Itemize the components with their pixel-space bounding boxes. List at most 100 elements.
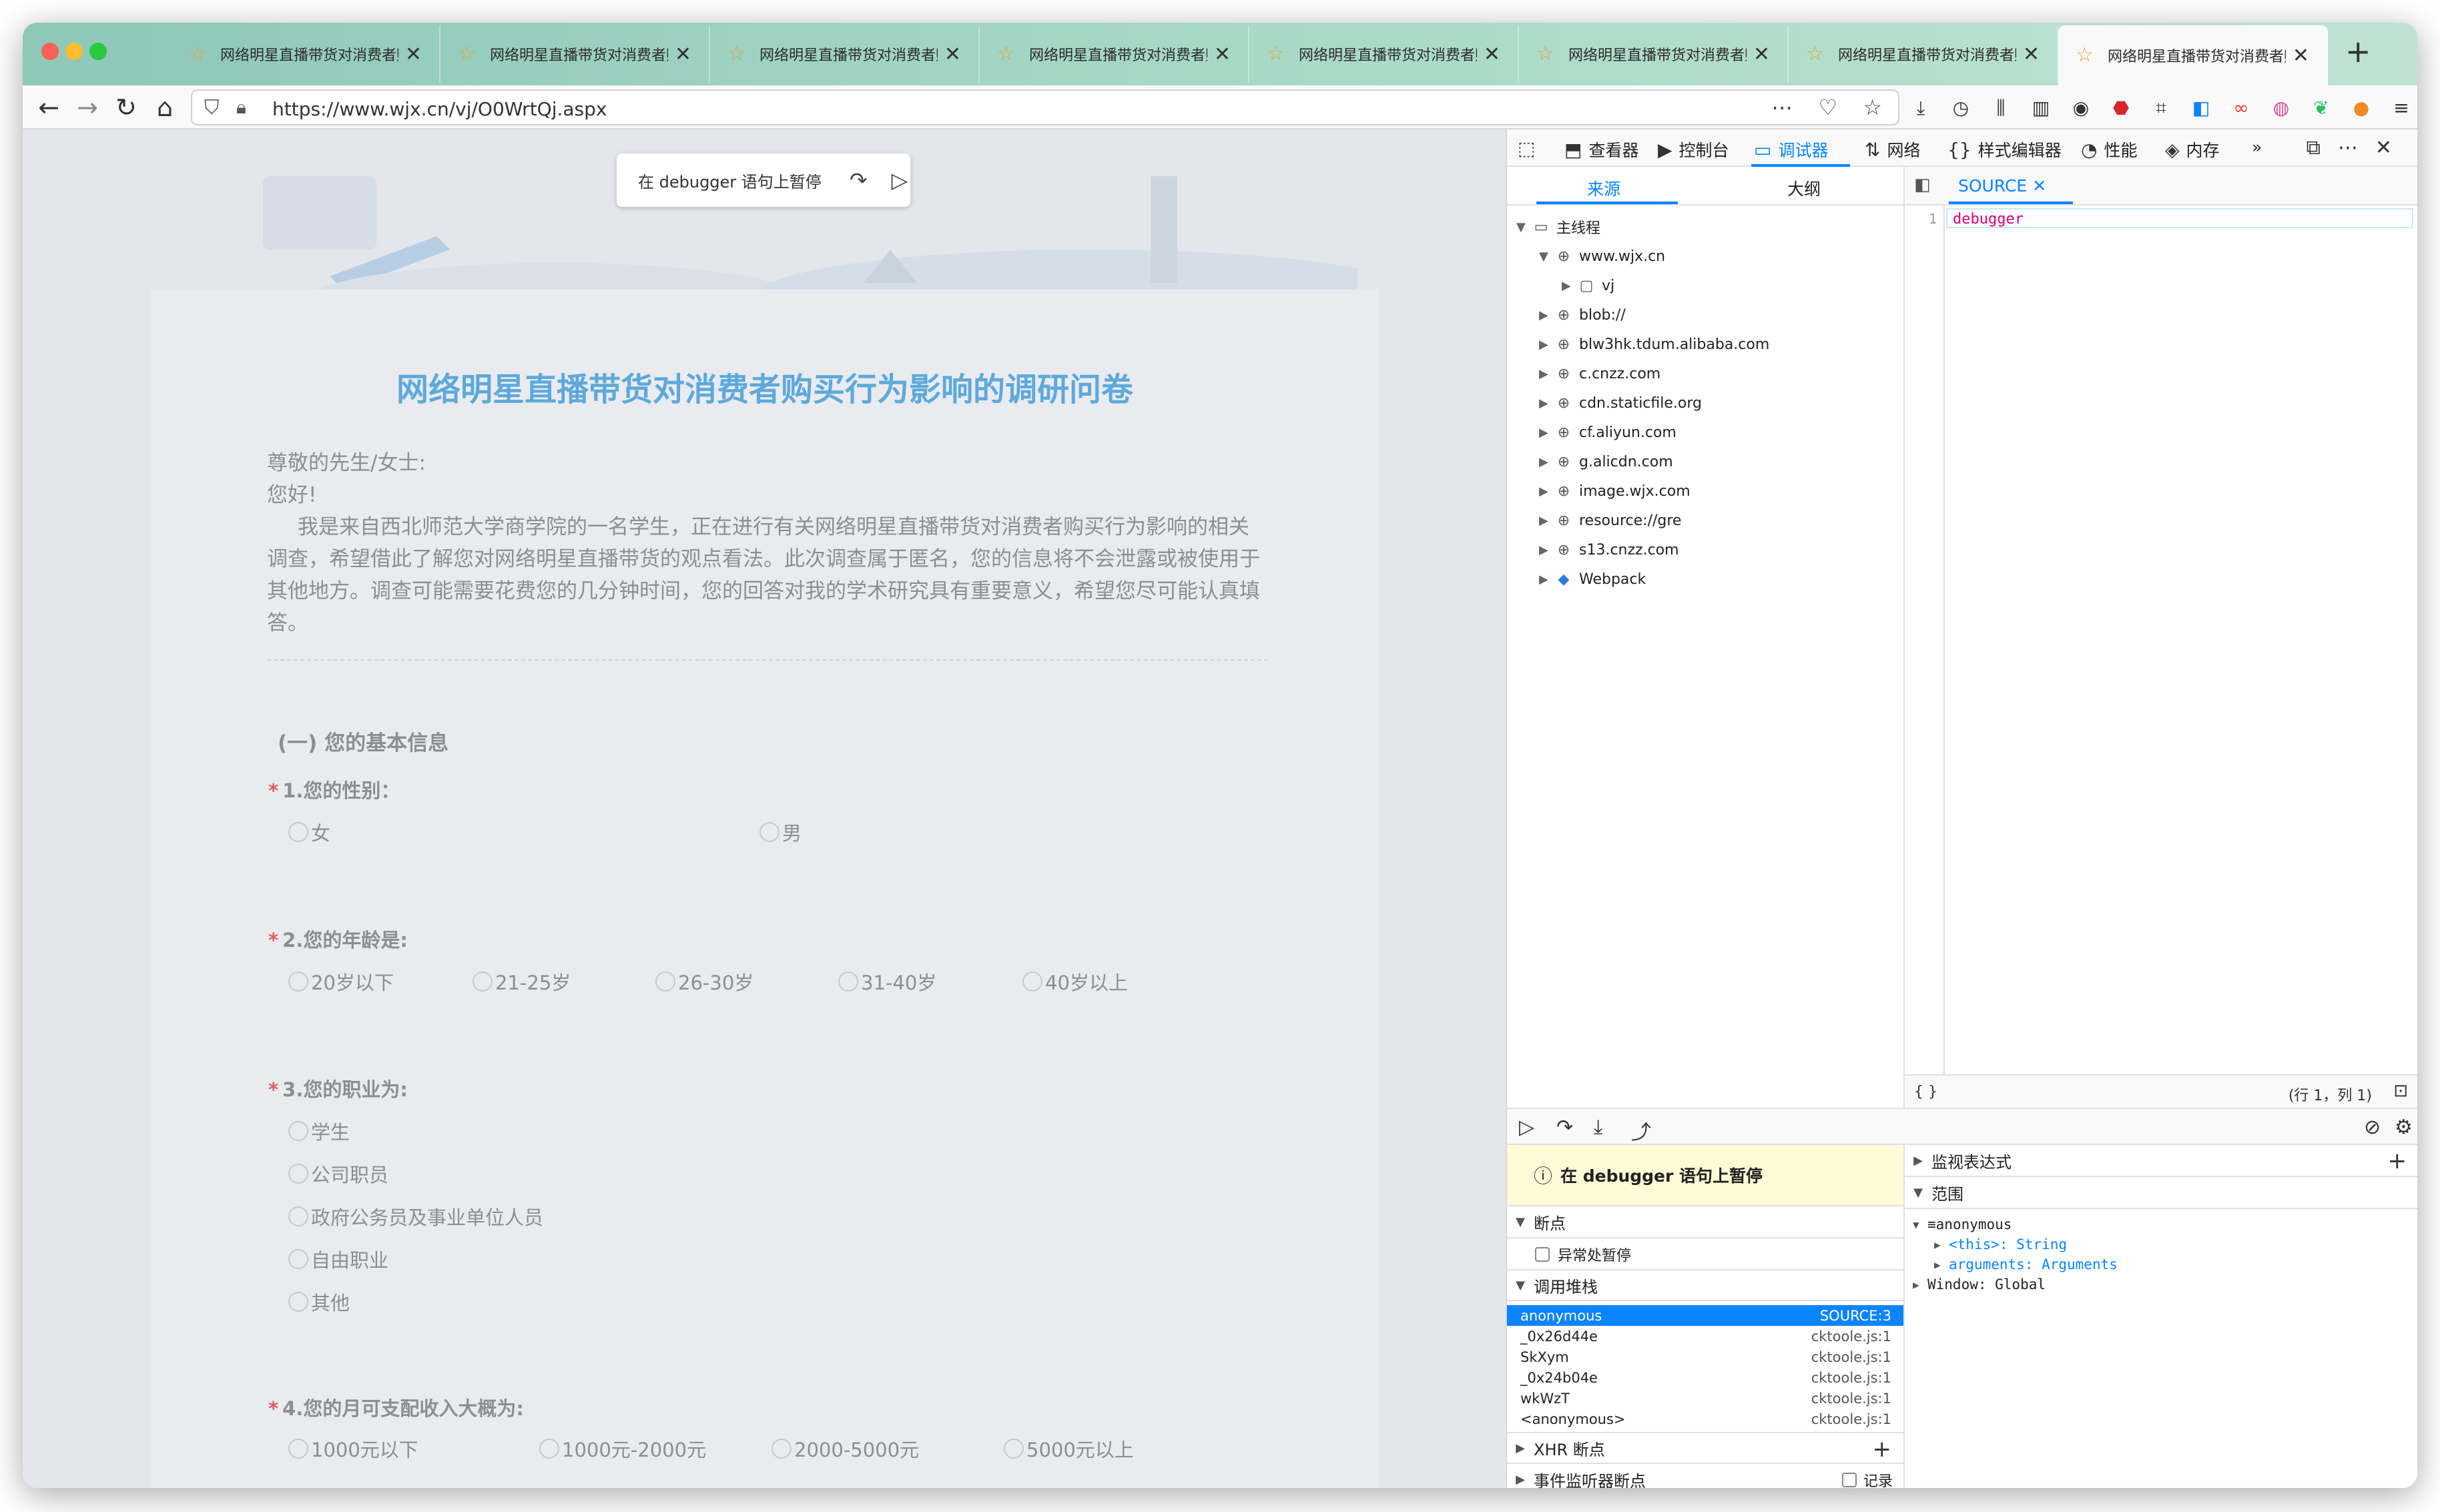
code-text[interactable]: debugger [1953, 211, 2024, 228]
add-watch-expression-button[interactable]: + [2388, 1148, 2407, 1174]
tree-item[interactable]: ▶ ⊕ image.wjx.com [1539, 478, 1691, 504]
radio-button[interactable] [288, 1292, 308, 1312]
radio-button[interactable] [288, 822, 308, 842]
devtools-options-icons[interactable]: ⧉⋯✕ [2306, 136, 2409, 159]
tab-memory[interactable]: ◈ 内存 [2165, 137, 2220, 161]
forward-button[interactable]: → [71, 91, 104, 124]
adblock-icon[interactable]: ⬣ [2105, 92, 2137, 124]
extension-color-icon[interactable]: ◍ [2265, 92, 2297, 124]
tree-item[interactable]: ▶ ⊕ c.cnzz.com [1539, 360, 1660, 387]
tree-item[interactable]: ▶ ⊕ blw3hk.tdum.alibaba.com [1539, 331, 1769, 358]
close-tab-icon[interactable]: ✕ [2032, 176, 2046, 196]
radio-option[interactable]: 31-40岁 [838, 968, 936, 996]
radio-button[interactable] [539, 1439, 559, 1459]
close-tab-icon[interactable]: ✕ [1484, 43, 1500, 66]
tab-console[interactable]: ▶ 控制台 [1658, 137, 1729, 161]
editor-tab-source[interactable]: SOURCE ✕ [1958, 176, 2046, 196]
browser-tab[interactable]: ☆ 网络明星直播带货对消费者购 ✕ [1789, 25, 2058, 83]
tree-item[interactable]: ▶ ⊕ s13.cnzz.com [1539, 536, 1679, 563]
maximize-window-button[interactable] [89, 43, 107, 60]
extension-orange-icon[interactable]: ● [2345, 92, 2377, 124]
radio-option[interactable]: 5000元以上 [1004, 1435, 1134, 1463]
breakpoints-header[interactable]: ▼ 断点 [1507, 1206, 1903, 1238]
radio-option[interactable]: 政府公务员及事业单位人员 [288, 1202, 543, 1230]
step-out-button[interactable]: ⤴ [1631, 1116, 1651, 1145]
sidebar-icon[interactable]: ▥ [2025, 92, 2057, 124]
radio-button[interactable] [655, 972, 675, 992]
radio-option[interactable]: 26-30岁 [655, 968, 753, 996]
back-button[interactable]: ← [32, 91, 65, 124]
source-map-icon[interactable]: ⊡ [2393, 1081, 2408, 1101]
history-icon[interactable]: ◷ [1945, 92, 1977, 124]
radio-option[interactable]: 学生 [288, 1117, 350, 1145]
extension-globe-icon[interactable]: ◉ [2065, 92, 2097, 124]
radio-option[interactable]: 20岁以下 [288, 968, 394, 996]
close-tab-icon[interactable]: ✕ [1753, 43, 1770, 66]
radio-button[interactable] [473, 972, 493, 992]
pause-on-exceptions-row[interactable]: 异常处暂停 [1507, 1240, 1903, 1269]
xhr-breakpoints-header[interactable]: ▶ XHR 断点 + [1507, 1432, 1903, 1464]
menu-icon[interactable]: ≡ [2385, 92, 2417, 124]
extension-infinity-icon[interactable]: ∞ [2225, 92, 2257, 124]
radio-button[interactable] [838, 972, 858, 992]
radio-button[interactable] [1022, 972, 1042, 992]
lock-icon[interactable]: 🔒︎ [236, 96, 246, 119]
collapsed-triangle-icon[interactable]: ▶ [1539, 514, 1554, 528]
resume-icon[interactable]: ▷ [892, 167, 908, 193]
collapsed-triangle-icon[interactable]: ▶ [1539, 573, 1554, 587]
tab-outline[interactable]: 大纲 [1787, 176, 1821, 200]
callstack-frame[interactable]: anonymous SOURCE:3 [1507, 1305, 1903, 1326]
collapsed-triangle-icon[interactable]: ▶ [1539, 543, 1554, 557]
watch-expressions-header[interactable]: ▶ 监视表达式 + [1905, 1145, 2417, 1177]
radio-option[interactable]: 公司职员 [288, 1160, 388, 1188]
tracking-shield-icon[interactable]: ⛉ [204, 96, 220, 119]
collapsed-triangle-icon[interactable]: ▶ [1539, 426, 1554, 440]
scope-this-row[interactable]: ▶ <this>: String [1905, 1234, 2417, 1254]
collapsed-triangle-icon[interactable]: ▶ [1539, 308, 1554, 322]
collapsed-triangle-icon[interactable]: ▶ [1562, 279, 1576, 293]
step-over-icon[interactable]: ↷ [850, 167, 868, 193]
collapsed-triangle-icon[interactable]: ▶ [1539, 484, 1554, 498]
line-number[interactable]: 1 [1929, 211, 1937, 227]
radio-button[interactable] [288, 1121, 308, 1141]
collapsed-triangle-icon[interactable]: ▶ [1539, 338, 1554, 352]
new-tab-button[interactable]: + [2345, 33, 2371, 69]
radio-button[interactable] [288, 1164, 308, 1184]
element-picker-icon[interactable]: ⬚ [1518, 137, 1542, 159]
debugger-settings-button[interactable]: ⚙ [2395, 1116, 2413, 1139]
expanded-triangle-icon[interactable]: ▼ [1516, 220, 1531, 234]
tab-inspector[interactable]: ⬒ 查看器 [1564, 137, 1638, 161]
tree-item[interactable]: ▼ ▭ 主线程 [1516, 214, 1600, 240]
tree-item[interactable]: ▼ ⊕ www.wjx.cn [1539, 243, 1665, 270]
tab-performance[interactable]: ◔ 性能 [2081, 137, 2137, 161]
extension-crop-icon[interactable]: ⌗ [2145, 92, 2177, 124]
tree-item[interactable]: ▶ ◆ Webpack [1539, 566, 1646, 593]
radio-button[interactable] [288, 1206, 308, 1226]
record-toggle[interactable]: 记录 [1841, 1469, 1893, 1488]
downloads-icon[interactable]: ⤓ [1905, 92, 1937, 124]
radio-option[interactable]: 自由职业 [288, 1245, 388, 1273]
radio-button[interactable] [772, 1439, 792, 1459]
browser-tab[interactable]: ☆ 网络明星直播带货对消费者购 ✕ [2058, 25, 2328, 85]
extension-evernote-icon[interactable]: ❦ [2305, 92, 2337, 124]
callstack-header[interactable]: ▼ 调用堆栈 [1507, 1269, 1903, 1301]
tree-item[interactable]: ▶ ⊕ cf.aliyun.com [1539, 419, 1676, 446]
radio-button[interactable] [288, 972, 308, 992]
toggle-sidebar-icon[interactable]: ◧ [1914, 175, 1931, 195]
pause-on-exceptions-checkbox[interactable] [1535, 1247, 1550, 1262]
browser-tab[interactable]: ☆ 网络明星直播带货对消费者购 ✕ [1249, 25, 1519, 83]
event-listener-breakpoints-header[interactable]: ▶ 事件监听器断点 记录 [1507, 1464, 1903, 1488]
add-xhr-breakpoint-button[interactable]: + [1873, 1436, 1892, 1463]
callstack-frame[interactable]: SkXym cktoole.js:1 [1507, 1347, 1903, 1367]
home-button[interactable]: ⌂ [148, 91, 182, 124]
radio-option[interactable]: 2000-5000元 [772, 1435, 919, 1463]
tree-item[interactable]: ▶ ▢ vj [1562, 272, 1614, 299]
radio-button[interactable] [759, 822, 780, 842]
radio-option[interactable]: 40岁以上 [1022, 968, 1128, 996]
scope-arguments-row[interactable]: ▶ arguments: Arguments [1905, 1254, 2417, 1274]
deactivate-breakpoints-button[interactable]: ⊘ [2364, 1116, 2381, 1139]
tree-item[interactable]: ▶ ⊕ cdn.staticfile.org [1539, 390, 1702, 416]
more-tabs-icon[interactable]: » [2252, 137, 2262, 157]
step-over-button[interactable]: ↷ [1556, 1116, 1573, 1139]
page-actions-icons[interactable]: ⋯ ♡ ☆ [1771, 95, 1891, 120]
